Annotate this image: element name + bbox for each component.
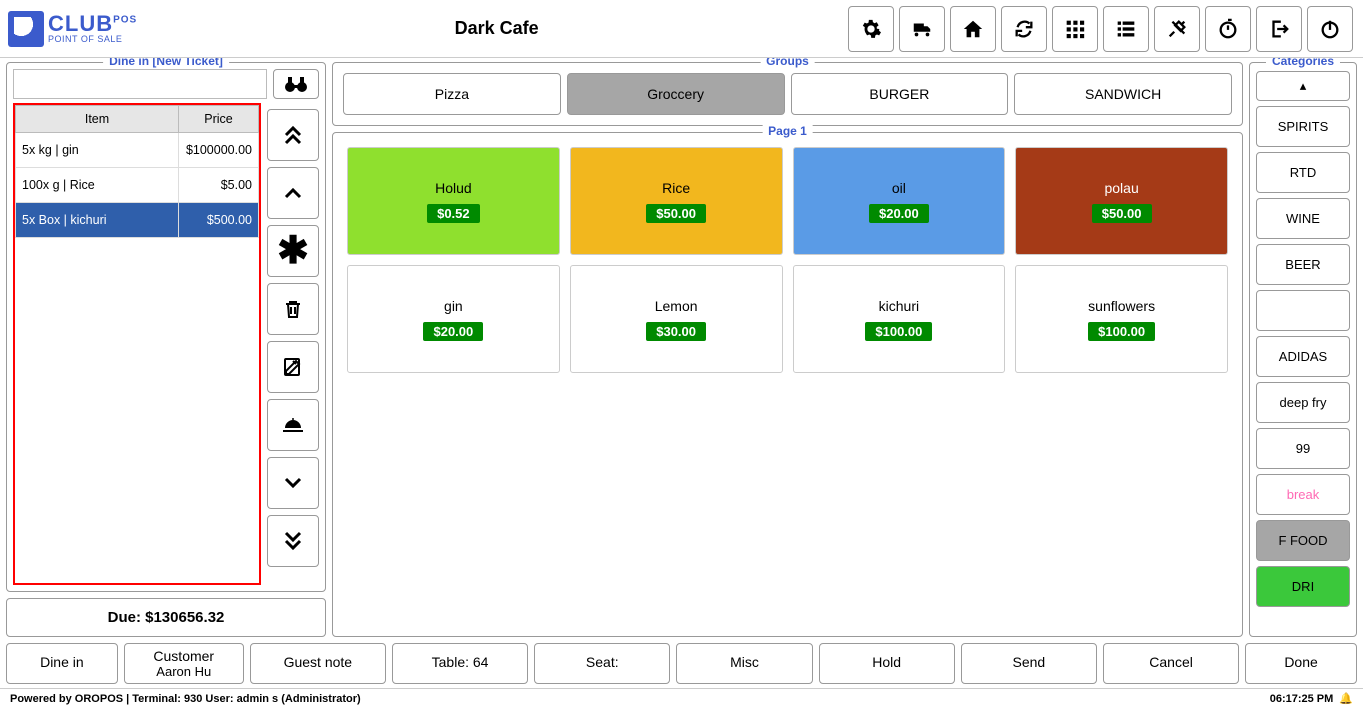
guest-note-button[interactable]: Guest note [250, 643, 386, 684]
scroll-bottom-icon[interactable] [267, 515, 319, 567]
misc-button[interactable]: Misc [676, 643, 812, 684]
groups-panel: Groups PizzaGrocceryBURGERSANDWICH [332, 62, 1243, 126]
edit-icon[interactable] [267, 341, 319, 393]
logout-icon[interactable] [1256, 6, 1302, 52]
trash-icon[interactable] [267, 283, 319, 335]
categories-scroll-up[interactable]: ▴ [1256, 71, 1350, 101]
ticket-panel: Dine in [New Ticket] Item Price 5x kg | … [6, 62, 326, 592]
categories-label: Categories [1266, 58, 1340, 68]
seat-button[interactable]: Seat: [534, 643, 670, 684]
group-tab[interactable]: Pizza [343, 73, 561, 115]
settings-icon[interactable] [848, 6, 894, 52]
timer-icon[interactable] [1205, 6, 1251, 52]
category-button[interactable] [1256, 290, 1350, 331]
product-tile[interactable]: gin$20.00 [347, 265, 560, 373]
group-tab[interactable]: SANDWICH [1014, 73, 1232, 115]
category-button[interactable]: DRI [1256, 566, 1350, 607]
group-tab[interactable]: BURGER [791, 73, 1009, 115]
logo: CLUBPOS POINT OF SALE [0, 7, 145, 51]
bell-icon: 🔔 [1339, 692, 1353, 705]
bottom-actions: Dine in CustomerAaron Hu Guest note Tabl… [0, 643, 1363, 688]
page-label: Page 1 [762, 124, 813, 138]
home-icon[interactable] [950, 6, 996, 52]
groups-label: Groups [760, 58, 815, 68]
product-tile[interactable]: oil$20.00 [793, 147, 1006, 255]
category-button[interactable]: SPIRITS [1256, 106, 1350, 147]
category-button[interactable]: deep fry [1256, 382, 1350, 423]
categories-panel: Categories ▴ SPIRITSRTDWINEBEER ADIDASde… [1249, 62, 1357, 637]
product-tile[interactable]: sunflowers$100.00 [1015, 265, 1228, 373]
done-button[interactable]: Done [1245, 643, 1357, 684]
top-bar: CLUBPOS POINT OF SALE Dark Cafe [0, 0, 1363, 58]
status-text: Powered by OROPOS | Terminal: 930 User: … [10, 693, 361, 705]
due-total: Due: $130656.32 [6, 598, 326, 637]
scroll-down-icon[interactable] [267, 457, 319, 509]
ticket-panel-label: Dine in [New Ticket] [103, 58, 229, 68]
ticket-table: Item Price 5x kg | gin$100000.00100x g |… [13, 103, 261, 585]
product-tile[interactable]: Lemon$30.00 [570, 265, 783, 373]
delivery-icon[interactable] [899, 6, 945, 52]
product-tile[interactable]: polau$50.00 [1015, 147, 1228, 255]
category-button[interactable]: WINE [1256, 198, 1350, 239]
top-toolbar [848, 6, 1363, 52]
send-button[interactable]: Send [961, 643, 1097, 684]
category-button[interactable]: F FOOD [1256, 520, 1350, 561]
grid-icon[interactable] [1052, 6, 1098, 52]
group-tab[interactable]: Groccery [567, 73, 785, 115]
status-clock: 06:17:25 PM 🔔 [1270, 692, 1353, 705]
binoculars-icon[interactable] [273, 69, 319, 99]
category-button[interactable]: RTD [1256, 152, 1350, 193]
ticket-row[interactable]: 100x g | Rice$5.00 [16, 168, 259, 203]
category-button[interactable]: BEER [1256, 244, 1350, 285]
product-tile[interactable]: Holud$0.52 [347, 147, 560, 255]
category-button[interactable]: break [1256, 474, 1350, 515]
page-title: Dark Cafe [145, 18, 848, 39]
hold-button[interactable]: Hold [819, 643, 955, 684]
ticket-row[interactable]: 5x kg | gin$100000.00 [16, 133, 259, 168]
product-tile[interactable]: kichuri$100.00 [793, 265, 1006, 373]
products-panel: Page 1 Holud$0.52Rice$50.00oil$20.00pola… [332, 132, 1243, 637]
serve-icon[interactable] [267, 399, 319, 451]
scroll-up-icon[interactable] [267, 167, 319, 219]
product-tile[interactable]: Rice$50.00 [570, 147, 783, 255]
cancel-button[interactable]: Cancel [1103, 643, 1239, 684]
dinein-button[interactable]: Dine in [6, 643, 118, 684]
customer-button[interactable]: CustomerAaron Hu [124, 643, 244, 684]
tools-icon[interactable] [1154, 6, 1200, 52]
category-button[interactable]: 99 [1256, 428, 1350, 469]
status-bar: Powered by OROPOS | Terminal: 930 User: … [0, 688, 1363, 708]
logo-icon [8, 11, 44, 47]
col-item: Item [16, 106, 179, 133]
asterisk-icon[interactable]: ✱ [267, 225, 319, 277]
power-icon[interactable] [1307, 6, 1353, 52]
table-button[interactable]: Table: 64 [392, 643, 528, 684]
category-button[interactable]: ADIDAS [1256, 336, 1350, 377]
col-price: Price [179, 106, 259, 133]
list-icon[interactable] [1103, 6, 1149, 52]
ticket-search-input[interactable] [13, 69, 267, 99]
refresh-icon[interactable] [1001, 6, 1047, 52]
ticket-row[interactable]: 5x Box | kichuri$500.00 [16, 203, 259, 238]
scroll-top-icon[interactable] [267, 109, 319, 161]
